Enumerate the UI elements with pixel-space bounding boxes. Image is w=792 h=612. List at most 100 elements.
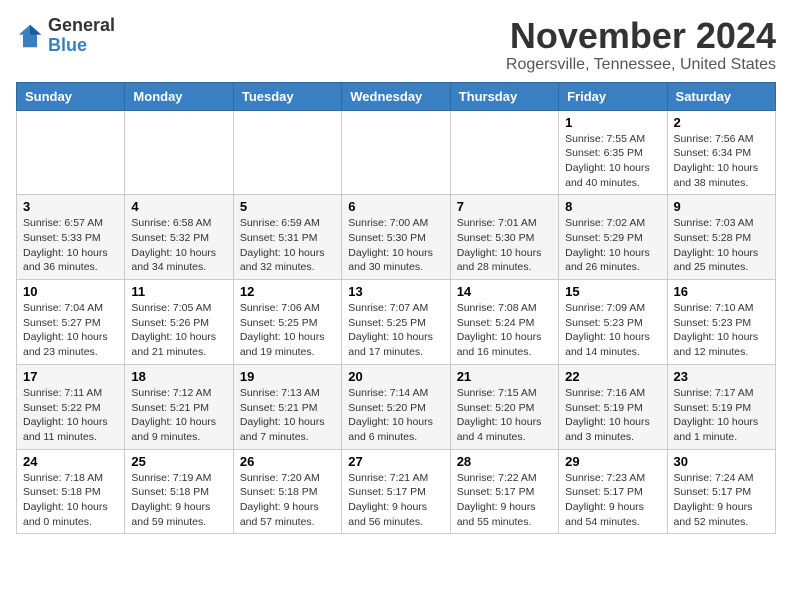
calendar-cell: 7 Sunrise: 7:01 AM Sunset: 5:30 PM Daylig… [450,195,558,280]
calendar-cell: 11 Sunrise: 7:05 AM Sunset: 5:26 PM Dayli… [125,280,233,365]
calendar-cell: 26 Sunrise: 7:20 AM Sunset: 5:18 PM Dayli… [233,449,341,534]
calendar-header-row: SundayMondayTuesdayWednesdayThursdayFrid… [17,82,776,110]
day-info: Sunrise: 7:16 AM Sunset: 5:19 PM Dayligh… [565,386,660,445]
day-number: 12 [240,284,335,299]
day-number: 30 [674,454,769,469]
calendar-week-row: 24Sunrise: 7:18 AM Sunset: 5:18 PM Dayli… [17,449,776,534]
calendar-cell: 21 Sunrise: 7:15 AM Sunset: 5:20 PM Dayli… [450,364,558,449]
day-info: Sunrise: 6:58 AM Sunset: 5:32 PM Dayligh… [131,216,226,275]
calendar-week-row: 1Sunrise: 7:55 AM Sunset: 6:35 PM Daylig… [17,110,776,195]
calendar-cell [17,110,125,195]
day-info: Sunrise: 7:05 AM Sunset: 5:26 PM Dayligh… [131,301,226,360]
calendar-cell: 30 Sunrise: 7:24 AM Sunset: 5:17 PM Dayli… [667,449,775,534]
day-info: Sunrise: 6:59 AM Sunset: 5:31 PM Dayligh… [240,216,335,275]
calendar-table: SundayMondayTuesdayWednesdayThursdayFrid… [16,82,776,535]
calendar-cell: 5 Sunrise: 6:59 AM Sunset: 5:31 PM Daylig… [233,195,341,280]
day-number: 16 [674,284,769,299]
day-info: Sunrise: 7:04 AM Sunset: 5:27 PM Dayligh… [23,301,118,360]
calendar-cell: 12 Sunrise: 7:06 AM Sunset: 5:25 PM Dayli… [233,280,341,365]
calendar-cell [233,110,341,195]
calendar-cell: 9Sunrise: 7:03 AM Sunset: 5:28 PM Daylig… [667,195,775,280]
day-info: Sunrise: 7:24 AM Sunset: 5:17 PM Dayligh… [674,471,769,530]
calendar-cell: 14Sunrise: 7:08 AM Sunset: 5:24 PM Dayli… [450,280,558,365]
day-number: 20 [348,369,443,384]
day-info: Sunrise: 7:01 AM Sunset: 5:30 PM Dayligh… [457,216,552,275]
day-number: 26 [240,454,335,469]
day-number: 10 [23,284,118,299]
day-number: 19 [240,369,335,384]
title-section: November 2024 Rogersville, Tennessee, Un… [506,16,776,74]
calendar-cell: 20 Sunrise: 7:14 AM Sunset: 5:20 PM Dayli… [342,364,450,449]
day-header-monday: Monday [125,82,233,110]
day-number: 22 [565,369,660,384]
day-info: Sunrise: 7:56 AM Sunset: 6:34 PM Dayligh… [674,132,769,191]
day-number: 17 [23,369,118,384]
day-number: 4 [131,199,226,214]
day-info: Sunrise: 7:02 AM Sunset: 5:29 PM Dayligh… [565,216,660,275]
calendar-cell: 15Sunrise: 7:09 AM Sunset: 5:23 PM Dayli… [559,280,667,365]
calendar-cell: 10 Sunrise: 7:04 AM Sunset: 5:27 PM Dayli… [17,280,125,365]
day-info: Sunrise: 7:14 AM Sunset: 5:20 PM Dayligh… [348,386,443,445]
day-number: 6 [348,199,443,214]
day-header-saturday: Saturday [667,82,775,110]
calendar-cell: 24Sunrise: 7:18 AM Sunset: 5:18 PM Dayli… [17,449,125,534]
calendar-cell: 13 Sunrise: 7:07 AM Sunset: 5:25 PM Dayli… [342,280,450,365]
calendar-cell: 28 Sunrise: 7:22 AM Sunset: 5:17 PM Dayli… [450,449,558,534]
day-number: 23 [674,369,769,384]
day-number: 18 [131,369,226,384]
calendar-week-row: 3Sunrise: 6:57 AM Sunset: 5:33 PM Daylig… [17,195,776,280]
day-info: Sunrise: 7:10 AM Sunset: 5:23 PM Dayligh… [674,301,769,360]
calendar-week-row: 17 Sunrise: 7:11 AM Sunset: 5:22 PM Dayli… [17,364,776,449]
calendar-cell: 2 Sunrise: 7:56 AM Sunset: 6:34 PM Daylig… [667,110,775,195]
calendar-cell: 4 Sunrise: 6:58 AM Sunset: 5:32 PM Daylig… [125,195,233,280]
calendar-cell: 29 Sunrise: 7:23 AM Sunset: 5:17 PM Dayli… [559,449,667,534]
calendar-cell: 18 Sunrise: 7:12 AM Sunset: 5:21 PM Dayli… [125,364,233,449]
logo: General Blue [16,16,115,56]
day-header-thursday: Thursday [450,82,558,110]
day-info: Sunrise: 7:19 AM Sunset: 5:18 PM Dayligh… [131,471,226,530]
day-number: 11 [131,284,226,299]
day-header-sunday: Sunday [17,82,125,110]
day-header-tuesday: Tuesday [233,82,341,110]
day-info: Sunrise: 6:57 AM Sunset: 5:33 PM Dayligh… [23,216,118,275]
calendar-cell [125,110,233,195]
day-number: 8 [565,199,660,214]
day-info: Sunrise: 7:03 AM Sunset: 5:28 PM Dayligh… [674,216,769,275]
day-info: Sunrise: 7:12 AM Sunset: 5:21 PM Dayligh… [131,386,226,445]
calendar-cell [342,110,450,195]
calendar-cell: 6Sunrise: 7:00 AM Sunset: 5:30 PM Daylig… [342,195,450,280]
day-info: Sunrise: 7:11 AM Sunset: 5:22 PM Dayligh… [23,386,118,445]
day-number: 14 [457,284,552,299]
day-number: 25 [131,454,226,469]
day-number: 13 [348,284,443,299]
calendar-week-row: 10 Sunrise: 7:04 AM Sunset: 5:27 PM Dayli… [17,280,776,365]
day-number: 21 [457,369,552,384]
day-number: 5 [240,199,335,214]
day-number: 27 [348,454,443,469]
day-info: Sunrise: 7:15 AM Sunset: 5:20 PM Dayligh… [457,386,552,445]
day-number: 28 [457,454,552,469]
day-info: Sunrise: 7:23 AM Sunset: 5:17 PM Dayligh… [565,471,660,530]
day-info: Sunrise: 7:22 AM Sunset: 5:17 PM Dayligh… [457,471,552,530]
calendar-cell: 25 Sunrise: 7:19 AM Sunset: 5:18 PM Dayli… [125,449,233,534]
calendar-cell: 23Sunrise: 7:17 AM Sunset: 5:19 PM Dayli… [667,364,775,449]
day-info: Sunrise: 7:13 AM Sunset: 5:21 PM Dayligh… [240,386,335,445]
calendar-cell: 19 Sunrise: 7:13 AM Sunset: 5:21 PM Dayli… [233,364,341,449]
day-info: Sunrise: 7:06 AM Sunset: 5:25 PM Dayligh… [240,301,335,360]
month-title: November 2024 [506,16,776,56]
calendar-cell: 3Sunrise: 6:57 AM Sunset: 5:33 PM Daylig… [17,195,125,280]
day-info: Sunrise: 7:55 AM Sunset: 6:35 PM Dayligh… [565,132,660,191]
day-number: 15 [565,284,660,299]
logo-icon [16,22,44,50]
logo-text: General Blue [48,16,115,56]
location-subtitle: Rogersville, Tennessee, United States [506,56,776,74]
page-header: General Blue November 2024 Rogersville, … [16,16,776,74]
day-number: 2 [674,115,769,130]
day-number: 29 [565,454,660,469]
day-info: Sunrise: 7:20 AM Sunset: 5:18 PM Dayligh… [240,471,335,530]
day-number: 7 [457,199,552,214]
calendar-cell: 27Sunrise: 7:21 AM Sunset: 5:17 PM Dayli… [342,449,450,534]
day-info: Sunrise: 7:07 AM Sunset: 5:25 PM Dayligh… [348,301,443,360]
day-header-friday: Friday [559,82,667,110]
calendar-cell: 8 Sunrise: 7:02 AM Sunset: 5:29 PM Daylig… [559,195,667,280]
